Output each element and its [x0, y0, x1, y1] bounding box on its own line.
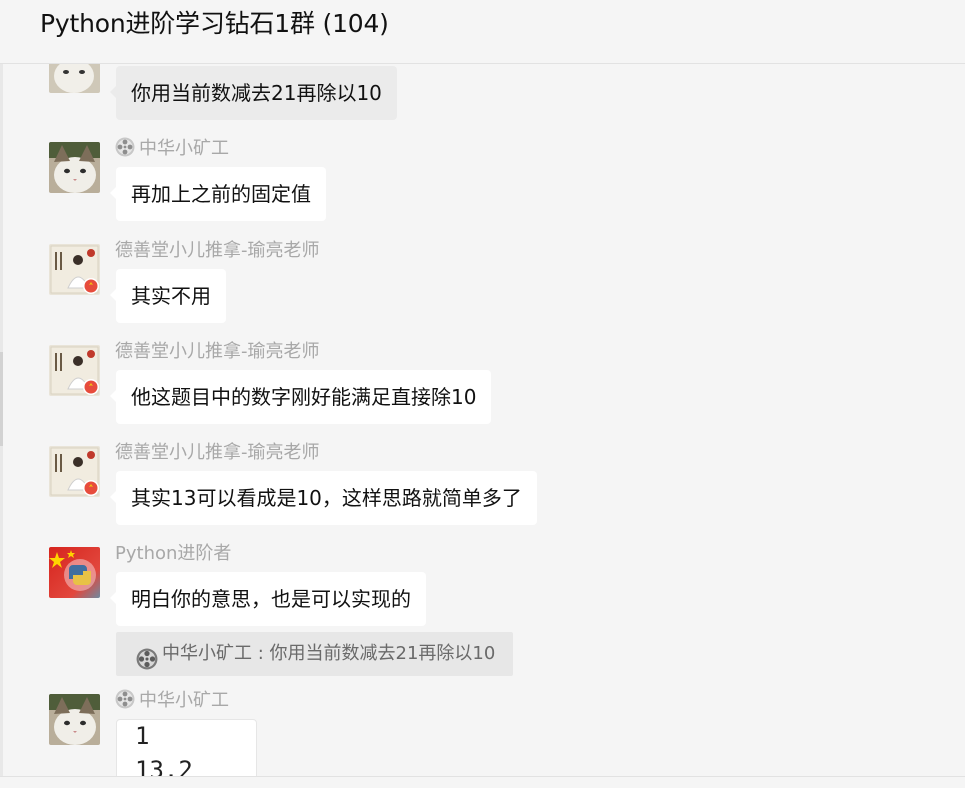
- sender-name[interactable]: 中华小矿工: [115, 686, 229, 712]
- quote-text: 你用当前数减去21再除以10: [269, 643, 496, 664]
- sender-name[interactable]: 中华小矿工: [115, 134, 229, 160]
- sender-name[interactable]: 德善堂小儿推拿-瑜亮老师: [115, 236, 320, 262]
- avatar[interactable]: [49, 64, 100, 93]
- message-bubble[interactable]: 明白你的意思，也是可以实现的: [110, 572, 426, 626]
- sender-name[interactable]: 德善堂小儿推拿-瑜亮老师: [115, 337, 320, 363]
- sender-name[interactable]: 德善堂小儿推拿-瑜亮老师: [115, 438, 320, 464]
- image-message[interactable]: 1 13.2: [116, 719, 257, 776]
- chat-title: Python进阶学习钻石1群 (104): [40, 9, 389, 38]
- message-bubble[interactable]: 再加上之前的固定值: [110, 167, 326, 221]
- avatar[interactable]: [49, 244, 100, 295]
- avatar[interactable]: [49, 345, 100, 396]
- quote-separator: :: [252, 643, 270, 664]
- avatar[interactable]: [49, 694, 100, 745]
- sender-label: 中华小矿工: [139, 690, 229, 711]
- film-reel-icon: [115, 137, 135, 157]
- image-text-line: 13.2: [135, 756, 193, 776]
- image-text-line: 1: [135, 722, 150, 750]
- avatar[interactable]: [49, 446, 100, 497]
- avatar[interactable]: [49, 142, 100, 193]
- film-reel-icon: [115, 689, 135, 709]
- sender-name[interactable]: Python进阶者: [115, 539, 231, 565]
- message-bubble[interactable]: 其实不用: [110, 269, 226, 323]
- quote-sender: 中华小矿工: [162, 643, 252, 664]
- film-reel-icon: [136, 643, 158, 670]
- message-bubble[interactable]: 其实13可以看成是10，这样思路就简单多了: [110, 471, 537, 525]
- sender-label: 中华小矿工: [139, 138, 229, 159]
- chat-header: Python进阶学习钻石1群 (104): [0, 0, 965, 64]
- avatar[interactable]: [49, 547, 100, 598]
- input-area[interactable]: [0, 777, 965, 788]
- quoted-message[interactable]: 中华小矿工 : 你用当前数减去21再除以10: [116, 632, 514, 676]
- message-bubble[interactable]: 你用当前数减去21再除以10: [110, 66, 397, 120]
- message-bubble[interactable]: 他这题目中的数字刚好能满足直接除10: [109, 370, 492, 424]
- message-list[interactable]: 你用当前数减去21再除以10 中华小矿工 再加上之前的固定值 德善堂小儿推拿-瑜…: [0, 64, 965, 776]
